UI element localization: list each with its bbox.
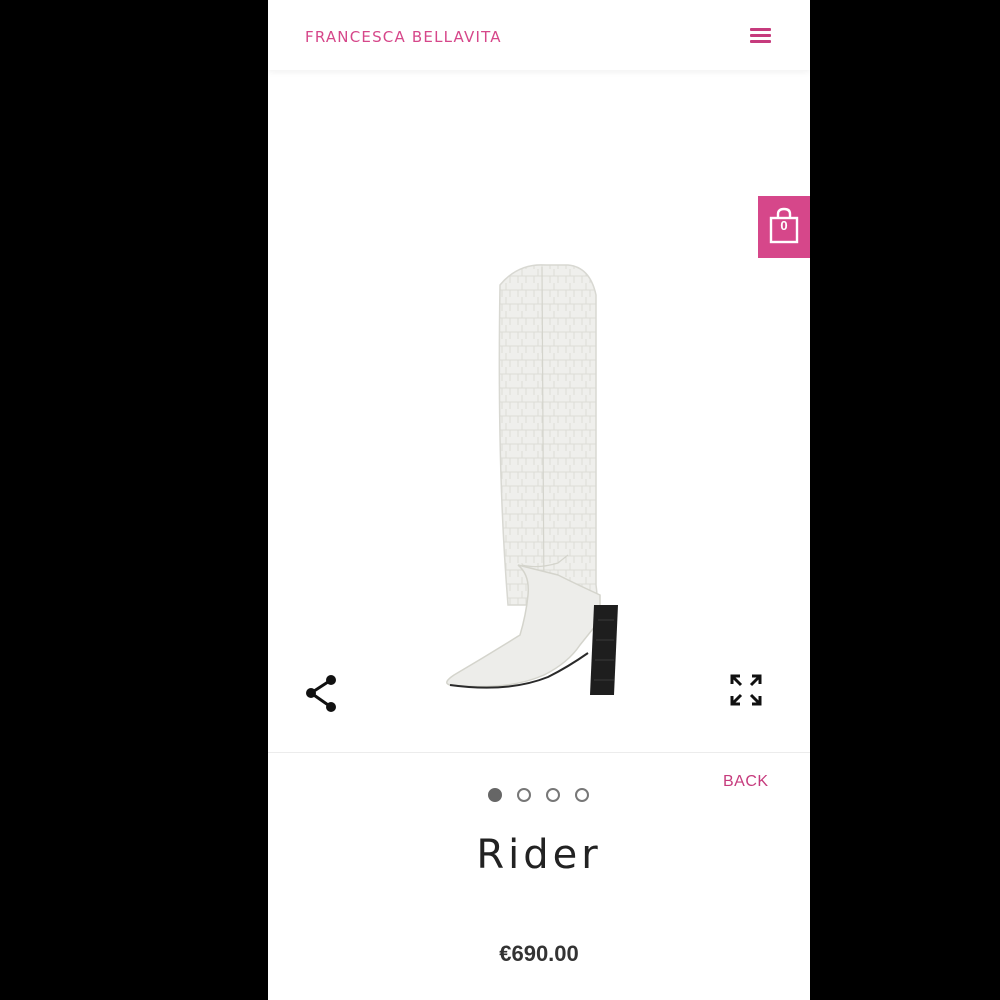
brand-logo[interactable]: FRANCESCA BELLAVITA <box>305 28 502 46</box>
product-title: Rider <box>476 832 602 878</box>
back-link[interactable]: BACK <box>723 773 769 791</box>
carousel-dot-2[interactable] <box>517 788 531 802</box>
product-image <box>418 255 658 710</box>
site-header: FRANCESCA BELLAVITA <box>268 0 810 70</box>
carousel-dot-3[interactable] <box>546 788 560 802</box>
product-page: FRANCESCA BELLAVITA 0 BACK Rider €690.00 <box>268 0 810 1000</box>
product-price: €690.00 <box>499 941 579 966</box>
share-icon[interactable] <box>304 674 338 719</box>
cart-button[interactable]: 0 <box>758 196 810 258</box>
cart-count: 0 <box>780 218 788 233</box>
fullscreen-expand-icon[interactable] <box>730 674 762 711</box>
carousel-dot-4[interactable] <box>575 788 589 802</box>
carousel-dot-1[interactable] <box>488 788 502 802</box>
hamburger-menu-icon[interactable] <box>750 28 771 44</box>
divider <box>268 752 810 753</box>
